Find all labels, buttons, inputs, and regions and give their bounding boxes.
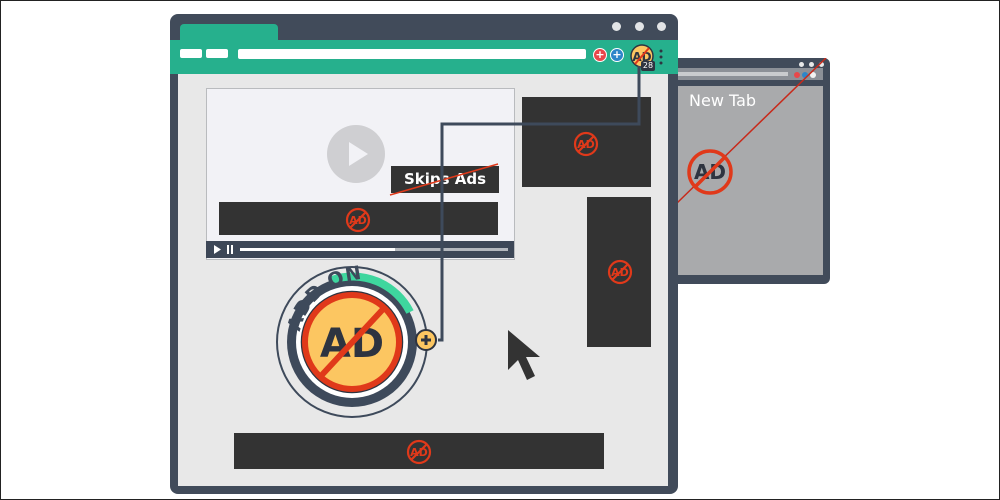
- ad-blocked-icon: AD: [687, 149, 733, 195]
- address-bar[interactable]: [238, 49, 586, 59]
- play-small-icon: [214, 245, 221, 254]
- window-control-dot[interactable]: [635, 22, 644, 31]
- play-icon[interactable]: [326, 124, 386, 184]
- add-extension-icon[interactable]: +: [593, 48, 607, 62]
- forward-button[interactable]: [206, 49, 228, 58]
- add-extension-icon[interactable]: +: [610, 48, 624, 62]
- mouse-cursor-icon: [508, 330, 540, 380]
- extension-connector-line: [438, 66, 641, 342]
- browser-menu-icon[interactable]: [658, 48, 664, 66]
- ad-blocked-icon: AD: [406, 439, 432, 465]
- add-on-plus-icon[interactable]: [414, 328, 438, 352]
- back-button[interactable]: [180, 49, 202, 58]
- window-control-dot[interactable]: [612, 22, 621, 31]
- ad-blocked-icon: AD: [345, 207, 371, 233]
- window-control-dot[interactable]: [657, 22, 666, 31]
- pause-icon: [227, 245, 233, 254]
